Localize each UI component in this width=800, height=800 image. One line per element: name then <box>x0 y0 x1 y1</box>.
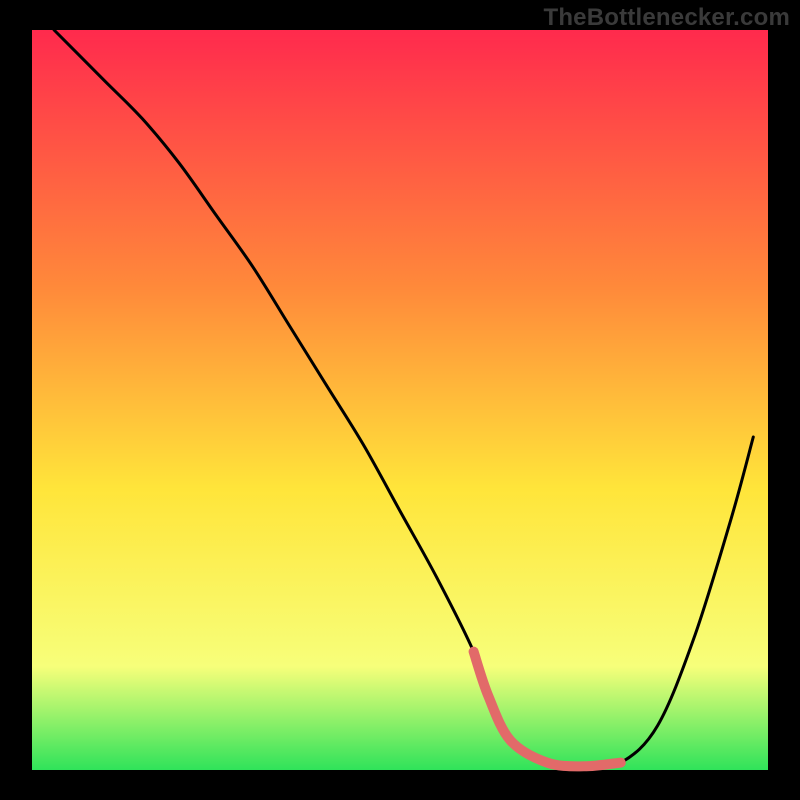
plot-area <box>32 30 768 770</box>
watermark-text: TheBottlenecker.com <box>543 4 790 32</box>
chart-frame: TheBottlenecker.com <box>0 0 800 800</box>
bottleneck-chart <box>0 0 800 800</box>
